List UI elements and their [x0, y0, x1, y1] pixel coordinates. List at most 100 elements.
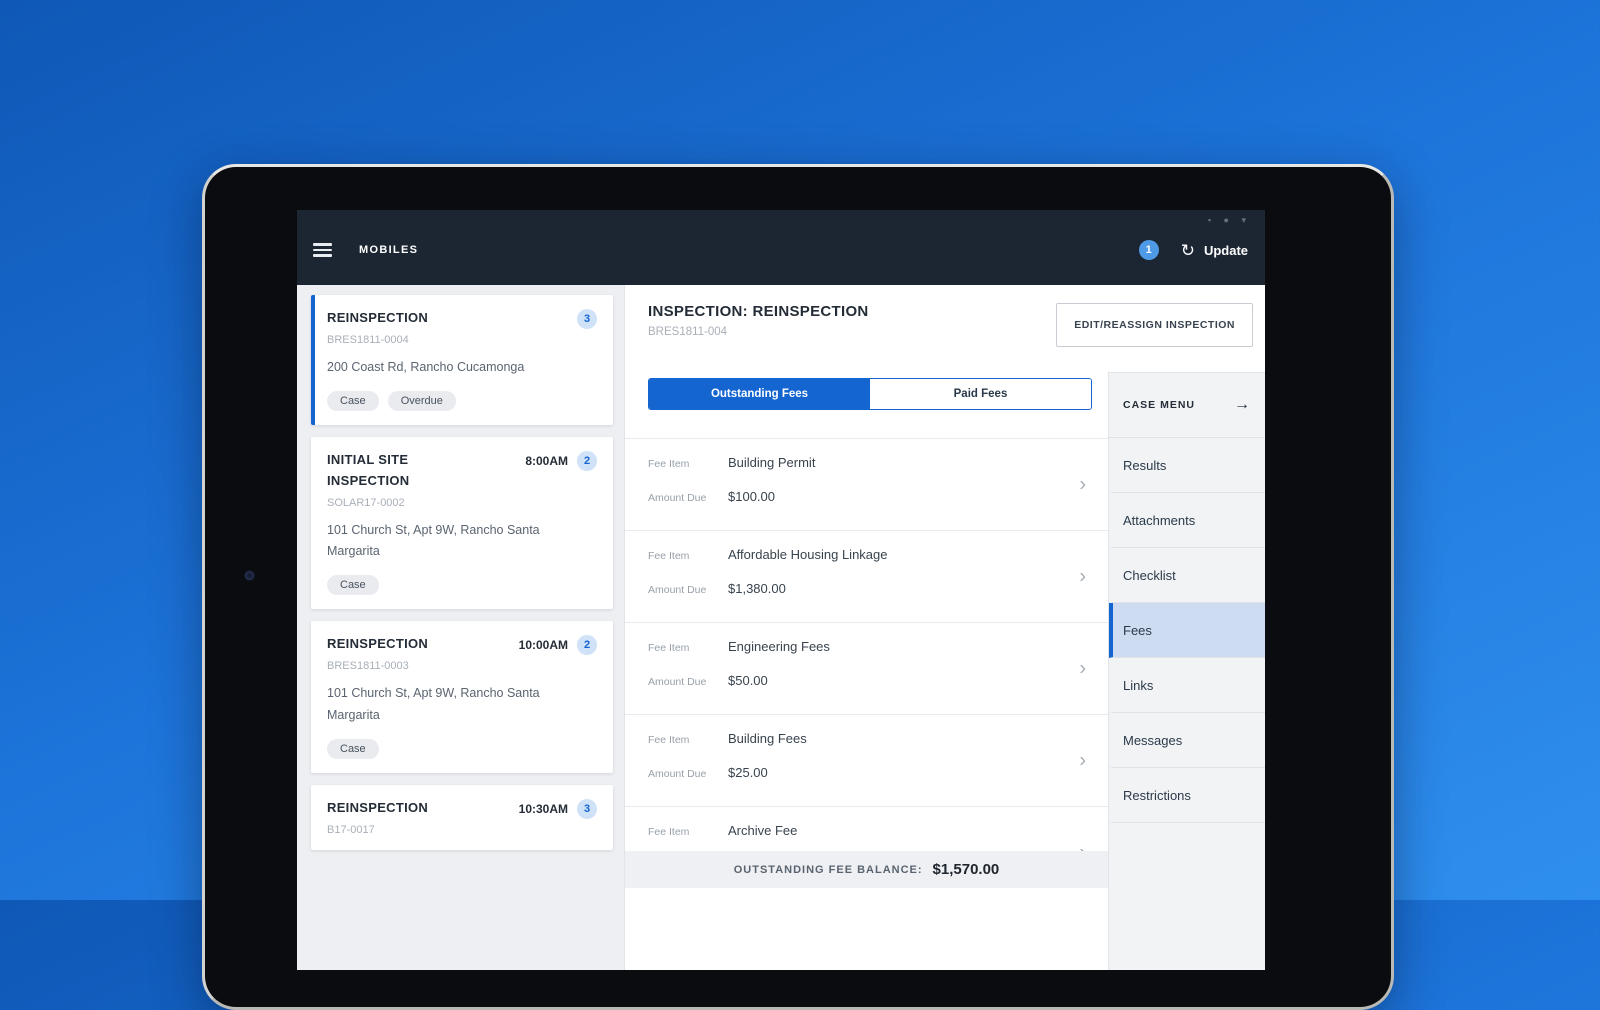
app-bar-row: MOBILES 1 ↻ Update — [297, 240, 1265, 260]
card-tags: Case — [327, 575, 597, 596]
fee-item-name: Affordable Housing Linkage — [728, 547, 888, 562]
card-record-id: SOLAR17-0002 — [327, 496, 405, 509]
card-tag: Case — [327, 575, 379, 596]
fee-item-label: Fee Item — [648, 734, 690, 746]
amount-line: Amount Due $1,380.00 — [648, 581, 1064, 596]
amount-due-label: Amount Due — [648, 584, 707, 596]
fee-row[interactable]: Fee Item Engineering Fees Amount Due $50… — [625, 623, 1108, 715]
fee-item-label: Fee Item — [648, 550, 690, 562]
content-area: REINSPECTION 3 BRES1811-0004 200 Coast R… — [297, 285, 1265, 970]
fee-item-label: Fee Item — [648, 826, 690, 838]
card-title: REINSPECTION — [327, 799, 429, 815]
fee-item-name: Building Permit — [728, 455, 816, 470]
card-title: REINSPECTION — [327, 310, 429, 325]
card-address: 200 Coast Rd, Rancho Cucamonga — [327, 360, 525, 374]
card-top: REINSPECTION 3 — [327, 308, 597, 329]
card-count-badge: 2 — [577, 635, 597, 656]
card-meta: 10:00AM 2 — [519, 634, 597, 656]
fees-tab[interactable]: Outstanding Fees — [649, 379, 870, 409]
card-address: 101 Church St, Apt 9W, Rancho Santa Marg… — [327, 522, 540, 559]
case-menu-item[interactable]: Links — [1109, 658, 1265, 713]
case-menu-item[interactable]: Results — [1109, 438, 1265, 493]
fees-tab[interactable]: Paid Fees — [870, 379, 1091, 409]
chevron-right-icon: › — [1079, 749, 1086, 771]
card-time: 10:30AM — [518, 801, 568, 816]
refresh-icon: ↻ — [1180, 240, 1195, 260]
detail-titles: INSPECTION: REINSPECTION BRES1811-004 — [648, 303, 869, 338]
app-bar: ▪ ● ▾ MOBILES 1 ↻ Update — [297, 210, 1265, 285]
outstanding-balance-bar: OUTSTANDING FEE BALANCE: $1,570.00 — [625, 851, 1108, 888]
amount-due-value: $50.00 — [728, 673, 768, 688]
card-address: 101 Church St, Apt 9W, Rancho Santa Marg… — [327, 686, 540, 722]
edit-reassign-inspection-button[interactable]: EDIT/REASSIGN INSPECTION — [1056, 303, 1253, 347]
fee-row[interactable]: Fee Item Building Permit Amount Due $100… — [625, 439, 1108, 531]
case-menu-item[interactable]: Checklist — [1109, 548, 1265, 603]
card-top: REINSPECTION 10:00AM 2 — [327, 634, 597, 656]
detail-body: Outstanding Fees Paid Fees Fee Item Build… — [625, 361, 1265, 970]
fee-item-line: Fee Item Engineering Fees — [648, 639, 1064, 654]
case-menu-header[interactable]: CASE MENU → — [1109, 373, 1265, 438]
card-tag: Overdue — [387, 391, 456, 412]
card-top: INITIAL SITE INSPECTION 8:00AM 2 — [327, 450, 597, 492]
fee-row[interactable]: Fee Item Archive Fee › — [625, 807, 1108, 851]
fee-row[interactable]: Fee Item Affordable Housing Linkage Amou… — [625, 531, 1108, 623]
case-menu-item[interactable]: Restrictions — [1109, 768, 1265, 823]
chevron-right-icon: › — [1079, 565, 1086, 587]
amount-due-value: $1,380.00 — [728, 581, 786, 596]
app-screen: ▪ ● ▾ MOBILES 1 ↻ Update REINSPECTION 3 — [297, 210, 1265, 970]
fee-item-name: Archive Fee — [728, 823, 798, 838]
card-meta: 10:30AM 3 — [519, 798, 597, 819]
card-title: REINSPECTION — [327, 636, 429, 652]
case-menu-panel: CASE MENU → Results Attachments Checklist F… — [1108, 372, 1265, 970]
inspection-card[interactable]: REINSPECTION 10:00AM 2 BRES1811-0003 101… — [311, 621, 613, 773]
card-count-badge: 3 — [577, 798, 597, 819]
card-count-badge: 3 — [577, 309, 597, 329]
amount-line: Amount Due $25.00 — [648, 765, 1064, 780]
card-count-badge: 2 — [577, 451, 597, 472]
chevron-right-icon: › — [1079, 657, 1086, 679]
case-menu-title: CASE MENU — [1123, 399, 1196, 411]
card-record-id: B17-0017 — [327, 823, 375, 836]
card-meta: 8:00AM 2 — [525, 450, 597, 472]
menu-icon[interactable] — [313, 243, 332, 257]
card-meta: 3 — [577, 308, 597, 329]
update-button[interactable]: ↻ Update — [1181, 242, 1248, 259]
amount-due-label: Amount Due — [648, 492, 707, 504]
inspection-card[interactable]: INITIAL SITE INSPECTION 8:00AM 2 SOLAR17… — [311, 437, 613, 610]
inspection-card[interactable]: REINSPECTION 10:30AM 3 B17-0017 — [311, 784, 613, 850]
card-tags: Case — [327, 738, 597, 759]
fee-item-label: Fee Item — [648, 642, 690, 654]
inspection-detail-panel: INSPECTION: REINSPECTION BRES1811-004 ED… — [625, 285, 1265, 970]
fee-item-label: Fee Item — [648, 458, 690, 470]
card-tags: Case Overdue — [327, 391, 597, 412]
card-title: INITIAL SITE INSPECTION — [327, 452, 410, 489]
case-menu-item[interactable]: Fees — [1109, 603, 1265, 658]
inspection-card-list: REINSPECTION 3 BRES1811-0004 200 Coast R… — [297, 285, 625, 970]
case-menu-list: Results Attachments Checklist Fees Links Mess… — [1109, 438, 1265, 823]
fee-item-line: Fee Item Building Fees — [648, 731, 1064, 746]
card-record-id: BRES1811-0004 — [327, 334, 409, 346]
card-time: 8:00AM — [525, 454, 568, 469]
inspection-card[interactable]: REINSPECTION 3 BRES1811-0004 200 Coast R… — [311, 295, 613, 426]
case-menu-item[interactable]: Attachments — [1109, 493, 1265, 548]
amount-due-label: Amount Due — [648, 676, 707, 688]
update-label: Update — [1203, 242, 1248, 258]
app-bar-actions: 1 ↻ Update — [1138, 240, 1248, 260]
fee-row[interactable]: Fee Item Building Fees Amount Due $25.00… — [625, 715, 1108, 807]
amount-due-label: Amount Due — [648, 768, 707, 780]
case-menu-item[interactable]: Messages — [1109, 713, 1265, 768]
page-title: INSPECTION: REINSPECTION — [648, 303, 869, 320]
card-tag: Case — [327, 391, 379, 412]
fee-item-line: Fee Item Building Permit — [648, 455, 1064, 470]
fee-item-name: Engineering Fees — [728, 639, 830, 654]
fee-item-line: Fee Item Affordable Housing Linkage — [648, 547, 1064, 562]
notification-badge: 1 — [1138, 240, 1159, 260]
tablet-frame: ▪ ● ▾ MOBILES 1 ↻ Update REINSPECTION 3 — [202, 164, 1394, 1010]
card-top: REINSPECTION 10:30AM 3 — [327, 798, 597, 819]
fee-item-line: Fee Item Archive Fee — [648, 823, 1064, 838]
chevron-right-icon: › — [1079, 841, 1086, 851]
amount-due-value: $25.00 — [728, 765, 768, 780]
amount-line: Amount Due $100.00 — [648, 489, 1064, 504]
detail-header: INSPECTION: REINSPECTION BRES1811-004 ED… — [625, 285, 1265, 361]
tablet-camera — [245, 571, 254, 580]
